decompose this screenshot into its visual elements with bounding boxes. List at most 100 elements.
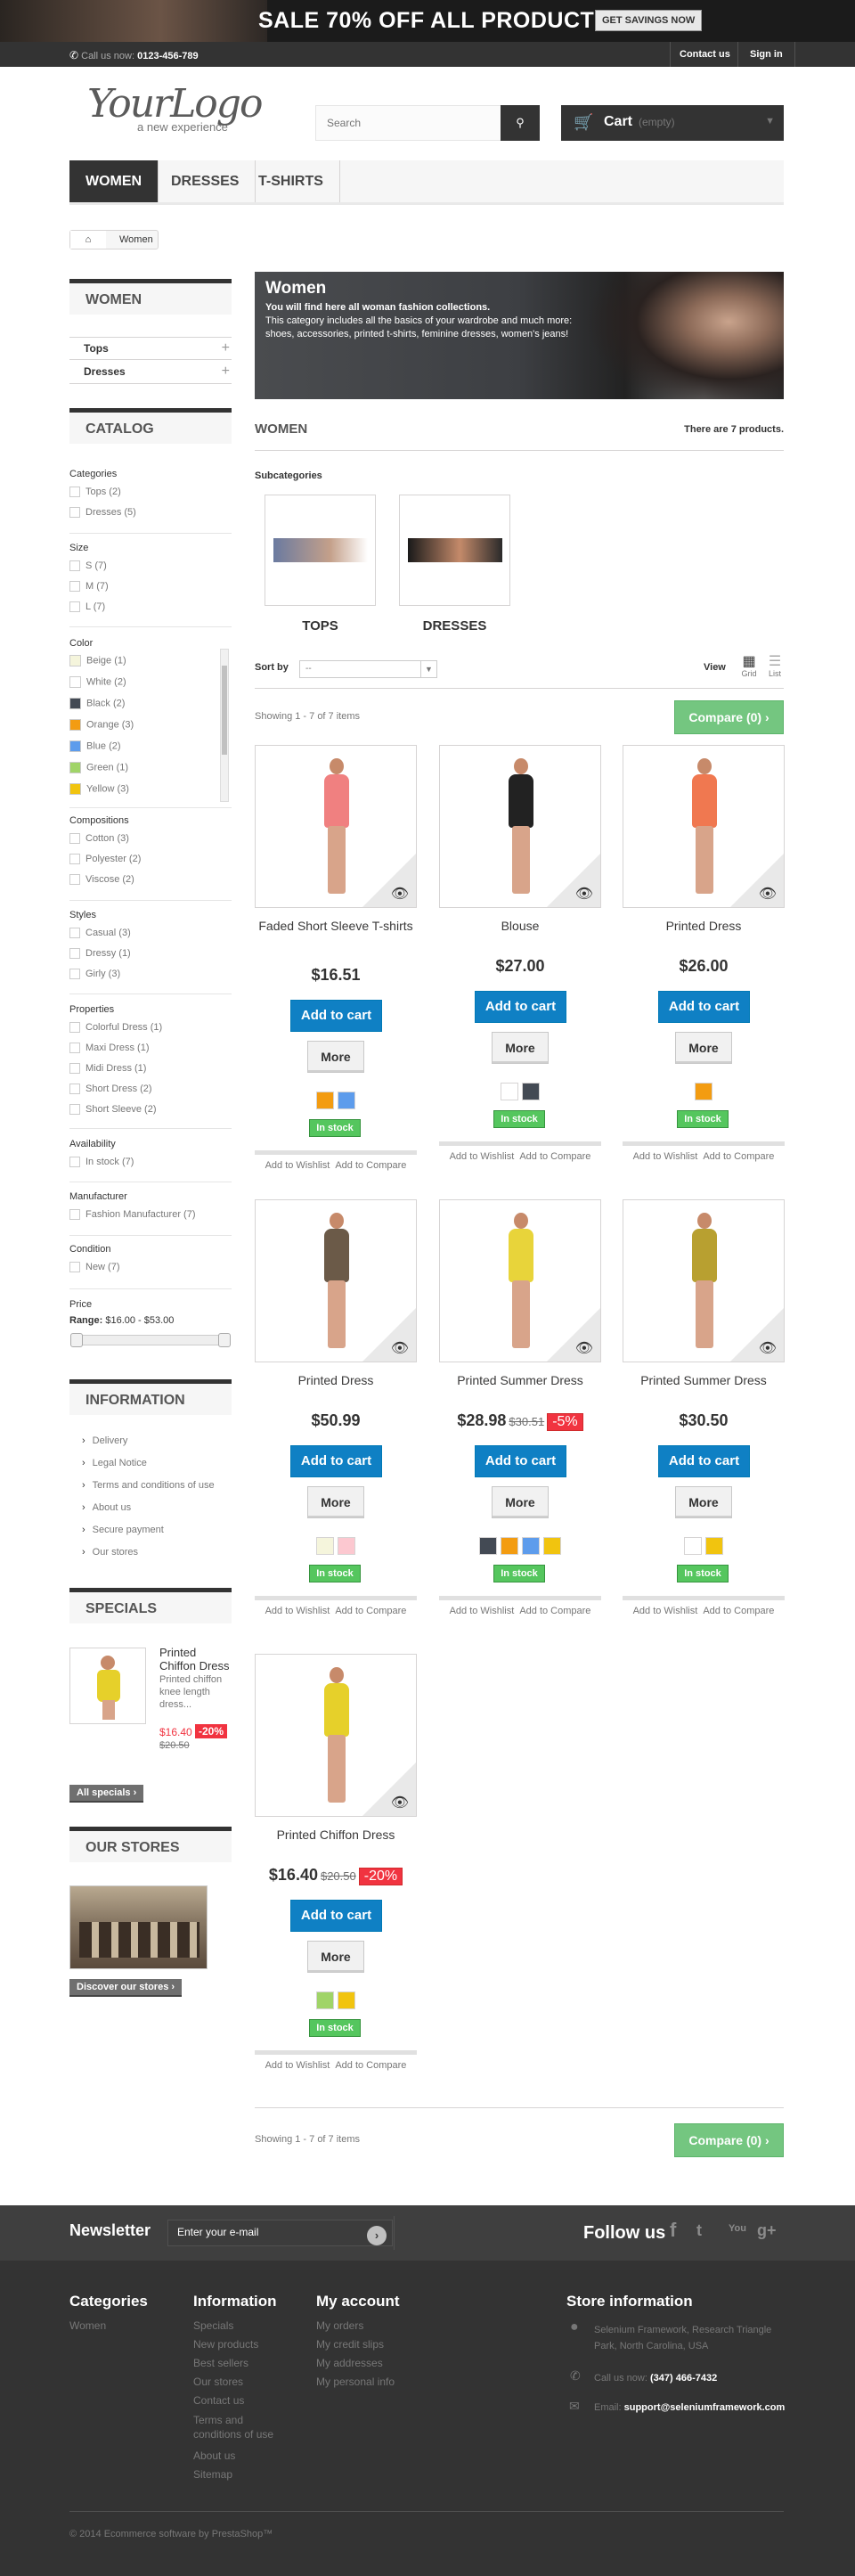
footer-link[interactable]: About us xyxy=(193,2449,235,2462)
eye-icon[interactable]: 👁 xyxy=(391,1339,409,1357)
checkbox[interactable] xyxy=(69,560,80,572)
promo-banner[interactable]: SALE 70% OFF ALL PRODUCTS GET SAVINGS NO… xyxy=(0,0,855,42)
add-to-wishlist-link[interactable]: Add to Wishlist xyxy=(265,2060,330,2071)
twitter-icon[interactable]: t xyxy=(696,2221,702,2240)
all-specials-button[interactable]: All specials › xyxy=(69,1785,144,1803)
sidebar-women-title[interactable]: WOMEN xyxy=(69,279,232,315)
filter-checkbox[interactable]: Fashion Manufacturer (7) xyxy=(69,1209,196,1221)
color-swatch[interactable] xyxy=(501,1083,518,1100)
footer-link-women[interactable]: Women xyxy=(69,2319,106,2332)
filter-checkbox[interactable]: Polyester (2) xyxy=(69,854,141,865)
search-button[interactable]: ⚲ xyxy=(501,105,540,141)
color-filter[interactable]: Orange (3) xyxy=(69,719,134,731)
color-filter[interactable]: Yellow (3) xyxy=(69,783,129,795)
more-button[interactable]: More xyxy=(307,1941,364,1973)
menu-item-women[interactable]: WOMEN xyxy=(69,160,159,202)
footer-link[interactable]: Contact us xyxy=(193,2394,244,2407)
footer-link[interactable]: My orders xyxy=(316,2319,363,2332)
footer-link[interactable]: My addresses xyxy=(316,2357,383,2369)
checkbox[interactable] xyxy=(69,833,80,845)
checkbox[interactable] xyxy=(69,874,80,886)
footer-link[interactable]: Sitemap xyxy=(193,2468,232,2481)
color-list-scrollbar[interactable] xyxy=(220,649,229,802)
compare-button-top[interactable]: Compare (0) › xyxy=(674,700,784,734)
checkbox[interactable] xyxy=(69,581,80,593)
footer-link[interactable]: Specials xyxy=(193,2319,233,2332)
filter-checkbox[interactable]: Dressy (1) xyxy=(69,948,131,960)
add-to-compare-link[interactable]: Add to Compare xyxy=(703,1606,774,1616)
color-filter[interactable]: Black (2) xyxy=(69,698,125,709)
product-image[interactable]: 👁 xyxy=(255,745,417,908)
add-to-cart-button[interactable]: Add to cart xyxy=(658,1445,750,1477)
more-button[interactable]: More xyxy=(492,1032,549,1064)
footer-link[interactable]: Best sellers xyxy=(193,2357,248,2369)
eye-icon[interactable]: 👁 xyxy=(391,885,409,903)
filter-checkbox[interactable]: Midi Dress (1) xyxy=(69,1063,146,1075)
color-swatch[interactable] xyxy=(69,762,81,773)
filter-checkbox[interactable]: Maxi Dress (1) xyxy=(69,1043,150,1054)
store-email-link[interactable]: support@seleniumframework.com xyxy=(624,2402,786,2413)
footer-link[interactable]: New products xyxy=(193,2338,258,2351)
filter-checkbox[interactable]: M (7) xyxy=(69,581,109,593)
color-filter[interactable]: Beige (1) xyxy=(69,655,126,666)
color-swatch[interactable] xyxy=(69,740,81,752)
add-to-compare-link[interactable]: Add to Compare xyxy=(335,2060,406,2071)
checkbox[interactable] xyxy=(69,1209,80,1221)
info-link-payment[interactable]: Secure payment xyxy=(82,1525,164,1535)
subcategory-tops-label[interactable]: TOPS xyxy=(265,618,376,634)
filter-checkbox[interactable]: In stock (7) xyxy=(69,1157,134,1168)
filter-checkbox[interactable]: Short Dress (2) xyxy=(69,1084,152,1095)
color-filter[interactable]: Green (1) xyxy=(69,762,128,773)
color-swatch[interactable] xyxy=(684,1537,702,1555)
info-link-delivery[interactable]: Delivery xyxy=(82,1435,128,1446)
checkbox[interactable] xyxy=(69,928,80,939)
more-button[interactable]: More xyxy=(492,1486,549,1518)
checkbox[interactable] xyxy=(69,1043,80,1054)
home-icon[interactable]: ⌂ xyxy=(70,231,106,249)
plus-icon[interactable]: + xyxy=(222,340,230,356)
product-image[interactable]: 👁 xyxy=(255,1199,417,1362)
product-name[interactable]: Faded Short Sleeve T-shirts xyxy=(255,918,417,934)
product-name[interactable]: Printed Dress xyxy=(623,918,785,934)
subcategory-dresses-label[interactable]: DRESSES xyxy=(399,618,510,634)
newsletter-input[interactable]: Enter your e-mail xyxy=(167,2220,393,2246)
add-to-wishlist-link[interactable]: Add to Wishlist xyxy=(450,1606,515,1616)
add-to-wishlist-link[interactable]: Add to Wishlist xyxy=(450,1151,515,1162)
discover-stores-button[interactable]: Discover our stores › xyxy=(69,1979,183,1997)
more-button[interactable]: More xyxy=(675,1486,732,1518)
list-view-button[interactable]: ☰ List xyxy=(766,655,784,679)
google-plus-icon[interactable]: g+ xyxy=(757,2221,777,2240)
color-swatch[interactable] xyxy=(695,1083,712,1100)
search-input[interactable] xyxy=(316,106,494,140)
eye-icon[interactable]: 👁 xyxy=(759,885,777,903)
info-link-about[interactable]: About us xyxy=(82,1502,131,1513)
filter-checkbox[interactable]: Cotton (3) xyxy=(69,833,129,845)
product-name[interactable]: Printed Summer Dress xyxy=(623,1372,785,1388)
filter-checkbox[interactable]: L (7) xyxy=(69,601,105,613)
color-filter[interactable]: Blue (2) xyxy=(69,740,121,752)
slider-handle-max[interactable] xyxy=(218,1333,231,1347)
footer-link[interactable]: My personal info xyxy=(316,2376,395,2388)
add-to-wishlist-link[interactable]: Add to Wishlist xyxy=(633,1606,698,1616)
color-swatch[interactable] xyxy=(501,1537,518,1555)
info-link-stores[interactable]: Our stores xyxy=(82,1547,138,1558)
add-to-wishlist-link[interactable]: Add to Wishlist xyxy=(633,1151,698,1162)
color-swatch[interactable] xyxy=(522,1083,540,1100)
info-link-terms[interactable]: Terms and conditions of use xyxy=(82,1480,215,1491)
subcategory-tops-image[interactable] xyxy=(265,495,376,606)
add-to-wishlist-link[interactable]: Add to Wishlist xyxy=(265,1606,330,1616)
logo[interactable]: YourLogo a new experience xyxy=(87,85,265,135)
more-button[interactable]: More xyxy=(307,1486,364,1518)
eye-icon[interactable]: 👁 xyxy=(575,1339,593,1357)
color-swatch[interactable] xyxy=(338,1092,355,1109)
filter-checkbox[interactable]: Viscose (2) xyxy=(69,874,134,886)
product-name[interactable]: Printed Chiffon Dress xyxy=(255,1827,417,1843)
add-to-compare-link[interactable]: Add to Compare xyxy=(703,1151,774,1162)
special-product-image[interactable] xyxy=(69,1648,146,1724)
cart-block[interactable]: 🛒 Cart (empty) ▼ xyxy=(561,105,784,141)
color-swatch[interactable] xyxy=(338,1537,355,1555)
compare-button-bottom[interactable]: Compare (0) › xyxy=(674,2123,784,2157)
color-swatch[interactable] xyxy=(69,676,81,688)
add-to-cart-button[interactable]: Add to cart xyxy=(290,1445,382,1477)
newsletter-submit-icon[interactable]: › xyxy=(367,2226,387,2245)
